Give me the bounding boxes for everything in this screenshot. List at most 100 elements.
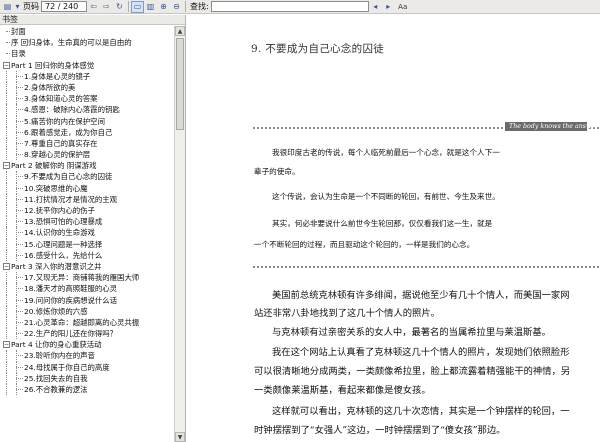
bookmark-label: 1.身体是心灵的镜子 [24, 71, 91, 81]
bookmark-item[interactable]: − Part 3 深入你的潜意识之井 [0, 261, 174, 272]
single-page-icon[interactable]: ▭ [131, 0, 144, 13]
bookmark-item[interactable]: 22.生产的阳儿还在你得吗？ [0, 328, 174, 340]
dotted-divider [253, 266, 600, 268]
bookmark-item[interactable]: 5.痛苦你的内在保护空间 [0, 115, 174, 127]
scroll-down-icon[interactable]: ▼ [175, 432, 185, 442]
tree-connector [16, 254, 23, 256]
tree-connector [6, 115, 7, 127]
bookmark-label: 24.母找属于你自己的高度 [24, 362, 110, 372]
quote-line: 我很印度古老的传说，每个人临死前最后一个心念，就是这个人下一 [272, 148, 500, 157]
scroll-thumb[interactable] [176, 38, 184, 130]
collapse-icon[interactable]: − [3, 162, 10, 170]
bookmark-item[interactable]: 26.不合教兼的逻法 [0, 384, 174, 396]
bookmark-label: 6.跟着感觉走，成为你自己 [24, 127, 113, 137]
bookmark-label: 11.打扰情况才是情况的主观 [24, 194, 118, 204]
bookmark-item[interactable]: 15.心理问题是一种选择 [0, 238, 174, 250]
bookmark-label: 10.突破思维的心魔 [24, 183, 88, 193]
bookmark-label: Part 4 让你的身心重获活动 [11, 340, 102, 350]
collapse-icon[interactable]: − [3, 262, 10, 270]
body-line: 时钟摆摆到了“女强人”这边，一时钟摆摆到了“傻女孩”那边。 [254, 425, 506, 436]
bookmark-item[interactable]: 10.突破思维的心魔 [0, 182, 174, 194]
rotate-icon[interactable]: ↻ [113, 1, 126, 13]
bookmark-item[interactable]: 19.问问你的疾病想说什么话 [0, 294, 174, 306]
quote-line: 一个不断轮回的过程，而且驱动这个轮回的，一样是我们的心念。 [254, 240, 475, 249]
bookmark-item[interactable]: 20.修炼你烦的六感 [0, 305, 174, 317]
bookmark-item[interactable]: − Part 1 回归你的身体感觉 [0, 60, 174, 71]
separator [185, 1, 186, 12]
sidebar-title: 书签 [0, 15, 185, 25]
bookmark-label: 14.认识你的生命游戏 [24, 228, 95, 238]
collapse-icon[interactable]: − [3, 61, 10, 69]
search-input[interactable] [210, 1, 369, 12]
bookmark-item[interactable]: 序 回归身体，生命真的可以是自由的 [0, 37, 174, 48]
bookmark-label: 8.穿越心灵的保护层 [24, 150, 91, 160]
bookmark-item[interactable]: 12.抚平你内心的伤子 [0, 205, 174, 217]
bookmark-label: 15.心理问题是一种选择 [24, 239, 103, 249]
bookmark-item[interactable]: 11.打扰情况才是情况的主观 [0, 193, 174, 205]
find-next-icon[interactable]: ▸ [382, 1, 395, 13]
bookmark-item[interactable]: − Part 2 破解你的 阴谋游戏 [0, 160, 174, 171]
tree-connector [6, 182, 7, 194]
tree-connector [16, 176, 23, 178]
bookmark-item[interactable]: 16.感受什么，先给什么 [0, 249, 174, 261]
bookmark-item[interactable]: 17.又现无异：商铺蒋我的雁国大师 [0, 272, 174, 284]
chapter-title: 9. 不要成为自己心念的囚徒 [251, 43, 385, 55]
bookmark-item[interactable]: 4.感恩：破除内心落霞的钥匙 [0, 104, 174, 116]
bookmark-item[interactable]: 14.认识你的生命游戏 [0, 227, 174, 239]
next-page-icon[interactable]: ⇨ [100, 1, 113, 13]
bookmark-item[interactable]: 25.找回失去的自我 [0, 372, 174, 384]
quote-line: 辈子的使命。 [254, 167, 300, 176]
zoom-out-icon[interactable]: ⊖ [170, 1, 183, 13]
menu-icon[interactable]: ▤ [1, 1, 14, 13]
scroll-up-icon[interactable]: ▲ [175, 26, 185, 36]
bookmark-label: 18.潘天才的高照鞋服的心灵 [24, 284, 118, 294]
find-prev-icon[interactable]: ◂ [369, 1, 382, 13]
sidebar-scrollbar[interactable]: ▲ ▼ [174, 26, 185, 442]
bookmark-label: 26.不合教兼的逻法 [24, 385, 88, 394]
bookmark-label: 2.身体所欲的美 [24, 82, 76, 92]
bookmark-item[interactable]: 目录 [0, 48, 174, 59]
bookmark-item[interactable]: 23.聆听你内在的声音 [0, 350, 174, 362]
tree-connector [16, 210, 23, 211]
two-page-icon[interactable]: ▥ [144, 1, 157, 13]
tree-connector [16, 131, 23, 133]
bookmark-item[interactable]: 9.不要成为自己心念的囚徒 [0, 171, 174, 183]
bookmark-item[interactable]: 封面 [0, 26, 174, 37]
prev-page-icon[interactable]: ⇦ [87, 1, 100, 13]
tree-connector [6, 42, 10, 44]
bookmark-item[interactable]: 3.身体知道心灵的答案 [0, 93, 174, 105]
bookmark-item[interactable]: 7.尊重自己的真实存在 [0, 137, 174, 150]
tree-connector [16, 299, 23, 301]
bookmark-item[interactable]: 21.心灵革命：超越即离的心灵共振 [0, 316, 174, 329]
dropdown-icon[interactable]: ▾ [14, 1, 21, 13]
body-line: 美国前总统克林顿有许多绯闻，据说他至少有几十个情人，而美国一家网 [272, 290, 570, 301]
match-case-button[interactable]: Aa [395, 1, 411, 13]
bookmark-item[interactable]: 24.母找属于你自己的高度 [0, 361, 174, 373]
bookmark-item[interactable]: 13.恐惧可怕的心理暴成 [0, 216, 174, 228]
bookmark-label: 序 回归身体，生命真的可以是自由的 [11, 38, 132, 48]
bookmark-label: 23.聆听你内在的声音 [24, 351, 95, 361]
tree-connector [6, 384, 7, 396]
tree-connector [6, 53, 10, 55]
tree-connector [6, 137, 7, 150]
page-input[interactable]: 72 / 240 [41, 1, 87, 12]
bookmark-item[interactable]: − Part 4 让你的身心重获活动 [0, 339, 174, 350]
bookmark-label: 3.身体知道心灵的答案 [24, 94, 98, 104]
bookmark-label: 20.修炼你烦的六感 [24, 306, 88, 316]
tree-connector [6, 227, 7, 239]
tree-connector [16, 142, 23, 144]
tree-connector [16, 355, 23, 357]
bookmark-item[interactable]: 1.身体是心灵的镜子 [0, 70, 174, 82]
tree-connector [6, 294, 7, 306]
collapse-icon[interactable]: − [3, 341, 10, 349]
tree-connector [6, 93, 7, 105]
zoom-in-icon[interactable]: ⊕ [157, 1, 170, 13]
bookmark-item[interactable]: 2.身体所欲的美 [0, 81, 174, 94]
bookmark-item[interactable]: 8.穿越心灵的保护层 [0, 149, 174, 161]
tree-connector [16, 98, 23, 100]
toolbar: ▤ ▾ 页码 72 / 240 ⇦ ⇨ ↻ ▭ ▥ ⊕ ⊖ 查找: ◂ ▸ Aa [0, 0, 600, 14]
bookmark-item[interactable]: 18.潘天才的高照鞋服的心灵 [0, 283, 174, 295]
bookmark-item[interactable]: 6.跟着感觉走，成为你自己 [0, 126, 174, 138]
tree-connector [16, 389, 23, 390]
body-line: 站还非常八卦地找到了这几十个情人的照片。 [254, 308, 440, 319]
